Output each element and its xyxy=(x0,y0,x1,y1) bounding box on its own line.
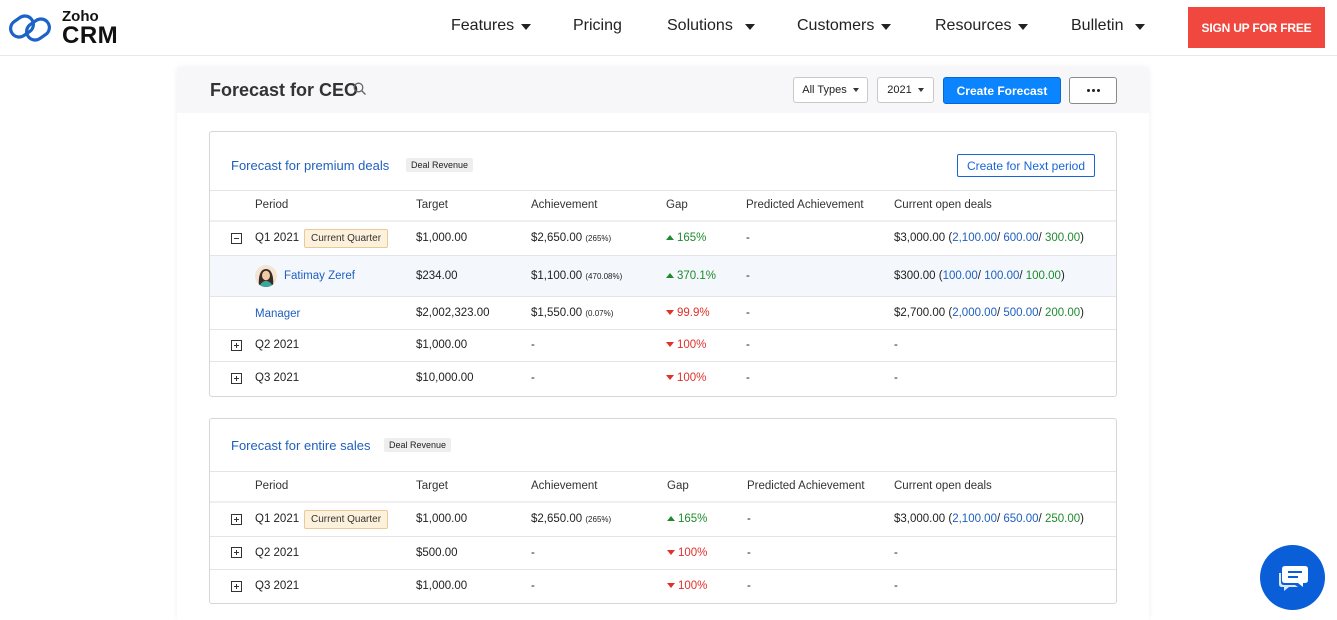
table-row[interactable]: Manager $2,002,323.00 $1,550.00 (0.07%) … xyxy=(210,297,1116,329)
collapse-icon[interactable] xyxy=(231,233,242,244)
page-title: Forecast for CEO xyxy=(210,80,359,100)
gap-value: 165% xyxy=(667,513,707,525)
expand-icon[interactable] xyxy=(231,340,242,351)
user-link[interactable]: Fatimay Zeref xyxy=(284,270,355,282)
arrow-up-icon xyxy=(666,235,674,240)
chevron-down-icon xyxy=(917,88,924,92)
arrow-up-icon xyxy=(667,516,675,521)
gap-value: 100% xyxy=(667,547,707,559)
gap-value: 370.1% xyxy=(666,270,716,282)
expand-icon[interactable] xyxy=(231,547,242,558)
chevron-down-icon xyxy=(881,24,892,30)
forecast-header: Forecast for CEO All Types 2021 Create F… xyxy=(177,67,1149,113)
top-navigation: Zoho CRM Features Pricing Solutions Cust… xyxy=(0,0,1337,56)
year-filter-select[interactable]: 2021 xyxy=(877,77,934,103)
more-icon xyxy=(1086,89,1090,92)
table-header: Period Target Achievement Gap Predicted … xyxy=(255,480,992,492)
deal-revenue-tag: Deal Revenue xyxy=(406,158,474,172)
table-row[interactable]: Q3 2021 $10,000.00 - 100% - - xyxy=(210,362,1116,395)
manager-link[interactable]: Manager xyxy=(255,308,300,320)
chat-widget-button[interactable] xyxy=(1260,545,1325,610)
chevron-down-icon xyxy=(852,88,859,92)
gap-value: 165% xyxy=(666,232,706,244)
gap-value: 100% xyxy=(667,580,707,592)
zoho-crm-logo[interactable]: Zoho CRM xyxy=(6,8,118,48)
more-options-button[interactable] xyxy=(1069,77,1117,104)
deal-revenue-tag: Deal Revenue xyxy=(384,438,452,452)
gap-value: 99.9% xyxy=(666,307,710,319)
card-title[interactable]: Forecast for entire sales xyxy=(231,438,370,453)
arrow-down-icon xyxy=(667,550,675,555)
table-header: Period Target Achievement Gap Predicted … xyxy=(255,199,992,211)
table-row[interactable]: Q1 2021 Current Quarter $1,000.00 $2,650… xyxy=(210,503,1116,536)
nav-features[interactable]: Features xyxy=(451,17,532,35)
arrow-down-icon xyxy=(666,310,674,315)
chevron-down-icon xyxy=(1135,24,1146,30)
arrow-down-icon xyxy=(667,583,675,588)
table-row[interactable]: Q2 2021 $1,000.00 - 100% - - xyxy=(210,330,1116,361)
forecast-card-premium: Forecast for premium deals Deal Revenue … xyxy=(209,131,1117,397)
arrow-up-icon xyxy=(666,273,674,278)
expand-icon[interactable] xyxy=(231,581,242,592)
brand-big: CRM xyxy=(62,21,119,49)
table-row[interactable]: Q2 2021 $500.00 - 100% - - xyxy=(210,537,1116,569)
chevron-down-icon xyxy=(521,24,532,30)
create-next-period-button[interactable]: Create for Next period xyxy=(957,154,1095,177)
chevron-down-icon xyxy=(1018,24,1029,30)
type-filter-select[interactable]: All Types xyxy=(793,77,868,103)
signup-button[interactable]: SIGN UP FOR FREE xyxy=(1188,7,1325,48)
table-row[interactable]: Q3 2021 $1,000.00 - 100% - - xyxy=(210,570,1116,603)
nav-pricing[interactable]: Pricing xyxy=(573,17,622,35)
forecast-app-frame: Forecast for CEO All Types 2021 Create F… xyxy=(177,67,1149,620)
table-row[interactable]: Q1 2021 Current Quarter $1,000.00 $2,650… xyxy=(210,222,1116,255)
avatar xyxy=(255,265,277,287)
expand-icon[interactable] xyxy=(231,514,242,525)
arrow-down-icon xyxy=(666,375,674,380)
current-quarter-badge: Current Quarter xyxy=(304,229,389,248)
create-forecast-button[interactable]: Create Forecast xyxy=(943,77,1061,104)
nav-resources[interactable]: Resources xyxy=(935,17,1029,35)
arrow-down-icon xyxy=(666,342,674,347)
table-row-user[interactable]: Fatimay Zeref $234.00 $1,100.00 (470.08%… xyxy=(210,256,1116,296)
current-quarter-badge: Current Quarter xyxy=(304,510,389,529)
zoho-logo-icon xyxy=(9,14,51,42)
card-title[interactable]: Forecast for premium deals xyxy=(231,158,389,173)
search-icon[interactable] xyxy=(353,82,367,96)
expand-icon[interactable] xyxy=(231,373,242,384)
nav-customers[interactable]: Customers xyxy=(797,17,892,35)
chevron-down-icon xyxy=(744,24,755,30)
nav-solutions[interactable]: Solutions xyxy=(667,17,755,35)
forecast-card-entire-sales: Forecast for entire sales Deal Revenue P… xyxy=(209,418,1117,604)
nav-bulletin[interactable]: Bulletin xyxy=(1071,17,1146,35)
gap-value: 100% xyxy=(666,372,706,384)
gap-value: 100% xyxy=(666,339,706,351)
chat-icon xyxy=(1278,565,1308,591)
